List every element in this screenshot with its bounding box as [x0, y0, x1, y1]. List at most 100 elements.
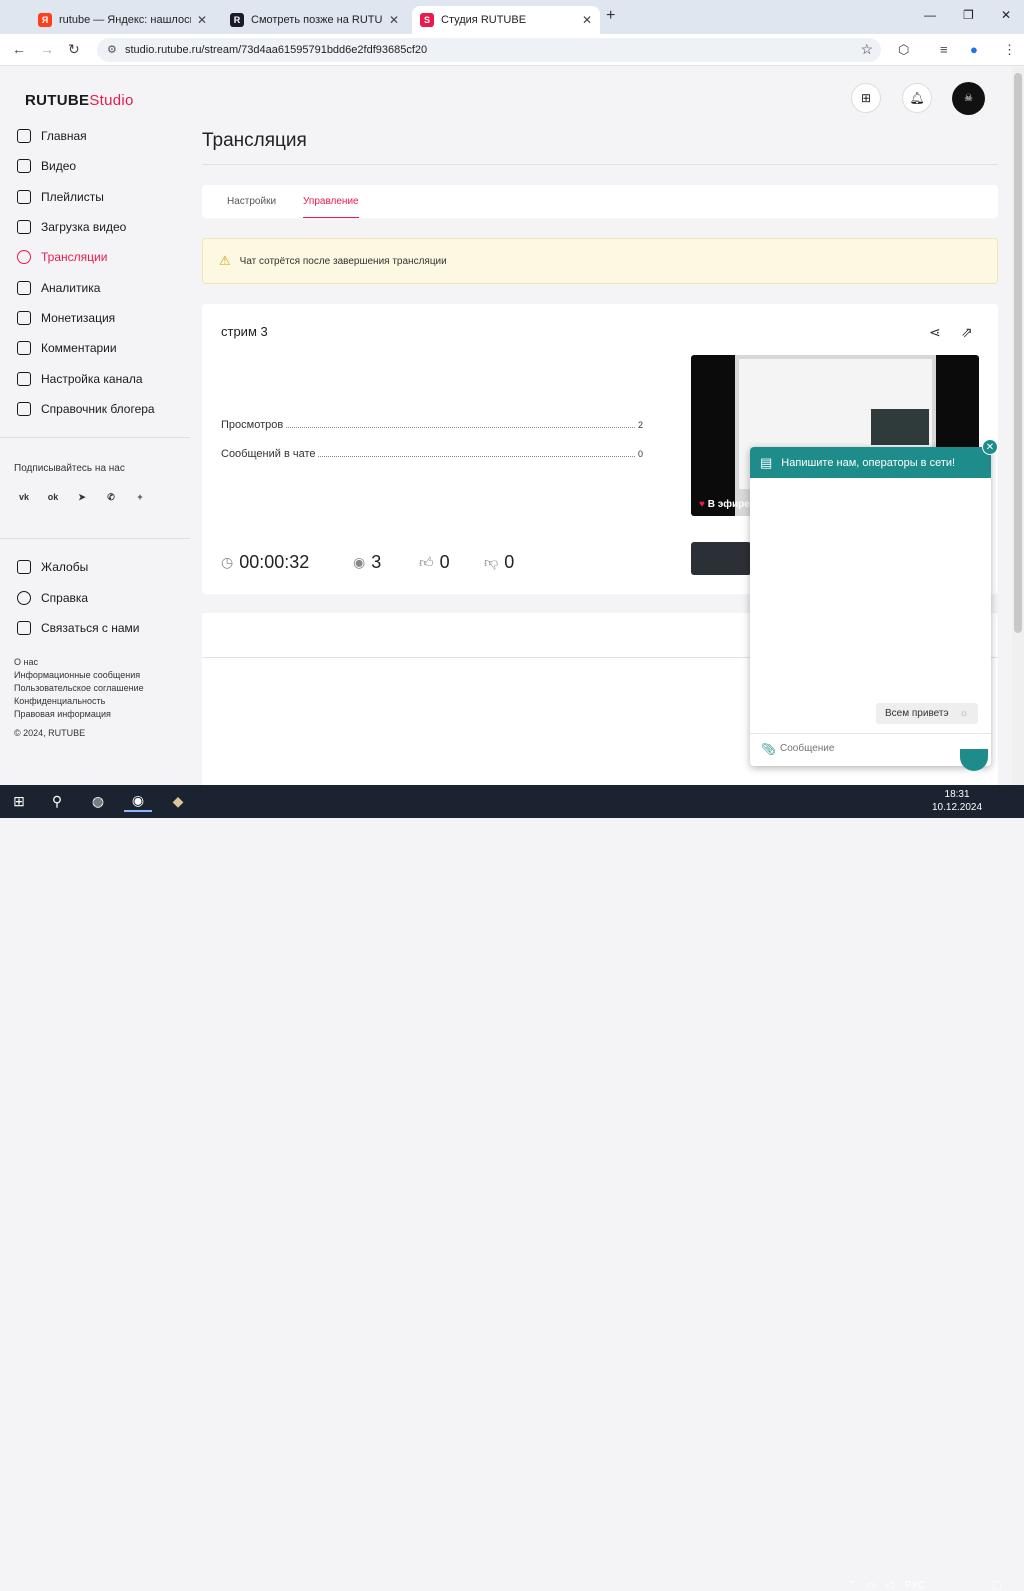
tab-settings[interactable]: Настройки	[227, 196, 276, 207]
duration-value: 00:00:32	[239, 552, 310, 572]
vk-icon[interactable]: vk	[14, 487, 34, 507]
help-icon	[17, 591, 31, 605]
tab-management[interactable]: Управление	[303, 196, 359, 218]
network-icon[interactable]: ▭	[866, 1580, 875, 1591]
browser-tab-bar: Я rutube — Яндекс: нашлось 4 тыс. ✕ R См…	[0, 0, 1024, 34]
language-indicator[interactable]: РУС	[905, 1580, 925, 1591]
chrome-icon[interactable]: ◉	[124, 791, 152, 812]
profile-icon[interactable]: ●	[970, 42, 978, 57]
chat-header-text: Напишите нам, операторы в сети!	[781, 456, 956, 469]
stat-value: 2	[637, 420, 643, 430]
page-title: Трансляция	[202, 130, 307, 151]
close-icon[interactable]: ✕	[197, 13, 207, 27]
chat-message-input[interactable]	[780, 743, 970, 754]
divider	[0, 437, 190, 438]
footer-link-privacy[interactable]: Конфиденциальность	[14, 696, 105, 706]
extensions-icon[interactable]: ⬡	[898, 42, 909, 58]
stat-label: Сообщений в чате	[221, 448, 316, 460]
sidebar-item-contact[interactable]: Связаться с нами	[0, 617, 139, 639]
browser-tab-yandex[interactable]: Я rutube — Яндекс: нашлось 4 тыс. ✕	[30, 6, 215, 34]
scrollbar[interactable]	[1012, 67, 1024, 785]
windows-start-icon[interactable]: ⊞	[8, 791, 30, 812]
create-button[interactable]: ⊞	[851, 83, 881, 113]
reload-icon[interactable]: ↻	[68, 41, 80, 58]
sidebar-item-label: Жалобы	[41, 560, 89, 574]
tray-chevron-icon[interactable]: ⌃	[847, 1580, 855, 1591]
roblox-icon[interactable]: ◆	[166, 791, 190, 812]
back-icon[interactable]: ←	[12, 41, 26, 57]
divider	[750, 733, 991, 734]
rutube-studio-logo[interactable]: RUTUBEStudio	[25, 92, 134, 109]
taskbar-clock[interactable]: 18:31 10.12.2024	[932, 788, 982, 814]
search-icon[interactable]: ⚲	[46, 791, 68, 812]
sidebar-item-label: Комментарии	[41, 341, 117, 355]
forward-icon[interactable]: →	[40, 41, 54, 57]
restore-icon[interactable]: ❐	[963, 8, 974, 22]
chat-message-text: Всем приветэ	[885, 708, 949, 719]
new-tab-button[interactable]: +	[606, 7, 615, 25]
sidebar-item-channel-settings[interactable]: Настройка канала	[0, 368, 143, 390]
sidebar-item-label: Монетизация	[41, 311, 116, 325]
notifications-button[interactable]: 🔔︎	[902, 83, 932, 113]
close-icon[interactable]: ✕	[389, 13, 399, 27]
telegram-icon[interactable]: ➤	[72, 487, 92, 507]
sidebar-item-blogger-guide[interactable]: Справочник блогера	[0, 398, 155, 420]
warning-text: Чат сотрётся после завершения трансляции	[239, 255, 447, 267]
more-socials-icon[interactable]: +	[130, 487, 150, 507]
share-icon[interactable]: ⋖	[929, 324, 941, 341]
browser-tab-studio[interactable]: S Студия RUTUBE ✕	[412, 6, 600, 34]
dots	[318, 449, 635, 457]
sidebar-item-comments[interactable]: Комментарии	[0, 337, 117, 359]
minimize-icon[interactable]: —	[924, 8, 936, 22]
broadcast-icon	[17, 250, 31, 264]
close-window-icon[interactable]: ✕	[1001, 8, 1011, 22]
paperclip-icon[interactable]: 📎︎	[761, 742, 776, 756]
site-info-icon[interactable]: ⚙	[107, 43, 117, 56]
address-bar[interactable]: ⚙ studio.rutube.ru/stream/73d4aa61595791…	[97, 38, 881, 62]
close-icon[interactable]: ✕	[582, 13, 592, 27]
clock-date: 10.12.2024	[932, 802, 983, 813]
stat-value: 0	[637, 449, 643, 459]
sidebar-item-home[interactable]: Главная	[0, 125, 87, 147]
viewers-metric: ◉ 3	[353, 552, 381, 573]
media-icon[interactable]: ≡	[940, 42, 948, 57]
rutube-studio-icon: S	[420, 13, 434, 27]
sidebar-item-help[interactable]: Справка	[0, 587, 88, 609]
live-badge: ♥ В эфире	[699, 499, 750, 510]
sidebar-item-label: Справка	[41, 591, 89, 605]
footer-link-legal[interactable]: Правовая информация	[14, 709, 111, 719]
sidebar-item-playlists[interactable]: Плейлисты	[0, 186, 104, 208]
volume-icon[interactable]: ◁	[886, 1580, 894, 1591]
sidebar-item-upload[interactable]: Загрузка видео	[0, 216, 126, 238]
tab-title: Студия RUTUBE	[441, 14, 527, 26]
avatar[interactable]: ☠	[952, 82, 985, 115]
stream-control-button[interactable]	[691, 542, 751, 575]
preview-thumbnail	[871, 409, 929, 445]
menu-icon[interactable]: ⋮	[1003, 42, 1016, 58]
sidebar-item-monetization[interactable]: Монетизация	[0, 307, 115, 329]
notification-center-icon[interactable]: ▢	[992, 1580, 1001, 1591]
thumbs-down-icon: 👎︎	[484, 554, 499, 570]
footer-link-agreement[interactable]: Пользовательское соглашение	[14, 683, 144, 693]
viber-icon[interactable]: ✆	[101, 487, 121, 507]
sidebar-item-analytics[interactable]: Аналитика	[0, 277, 100, 299]
app-icon[interactable]: ◍	[86, 791, 110, 812]
sidebar-item-broadcasts[interactable]: Трансляции	[0, 246, 107, 268]
browser-tab-watch-later[interactable]: R Смотреть позже на RUTUBE ✕	[222, 6, 407, 34]
sidebar-item-complaints[interactable]: Жалобы	[0, 556, 88, 578]
rutube-icon: R	[230, 13, 244, 27]
ruble-icon	[17, 311, 31, 325]
bookmark-star-icon[interactable]: ☆	[860, 41, 873, 58]
external-link-icon[interactable]: ⇗	[961, 324, 973, 341]
sidebar-item-video[interactable]: Видео	[0, 155, 76, 177]
playlist-icon	[17, 190, 31, 204]
footer-link-info[interactable]: Информационные сообщения	[14, 670, 140, 680]
live-dot-icon: ♥	[699, 499, 705, 510]
footer-link-about[interactable]: О нас	[14, 657, 38, 667]
sidebar-item-label: Аналитика	[41, 281, 101, 295]
divider	[202, 164, 998, 165]
chat-close-button[interactable]: ✕	[982, 439, 998, 455]
stat-label: Просмотров	[221, 419, 284, 431]
scrollbar-thumb[interactable]	[1014, 73, 1022, 633]
ok-icon[interactable]: ok	[43, 487, 63, 507]
